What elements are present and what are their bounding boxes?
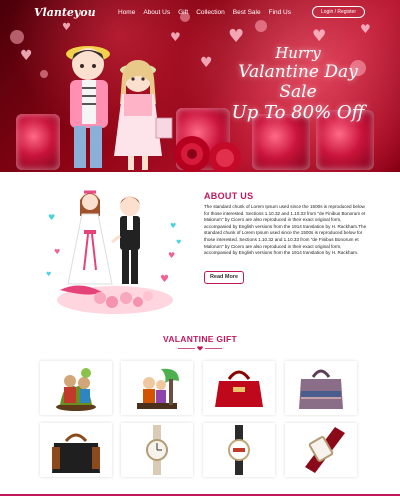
read-more-button[interactable]: Read More bbox=[204, 271, 244, 284]
product-card[interactable] bbox=[203, 423, 275, 477]
site-logo[interactable]: Vlanteyou bbox=[34, 6, 96, 19]
svg-text:♥: ♥ bbox=[170, 222, 176, 230]
footer-accent-line bbox=[0, 494, 400, 496]
heart-icon: ♥ bbox=[360, 22, 371, 36]
hero-banner: ♥ ♥ ♥ ♥ ♥ ♥ ♥ Vlanteyou Home About Us Gi… bbox=[0, 0, 400, 172]
couple-illustration bbox=[66, 46, 173, 170]
heart-icon: ♥ bbox=[312, 26, 327, 45]
love-letter-block bbox=[16, 114, 60, 170]
couple-on-bench-icon bbox=[137, 368, 179, 409]
sale-line-hurry: Hurry bbox=[275, 44, 321, 62]
product-card[interactable] bbox=[121, 361, 193, 415]
menu-item-gift[interactable]: Gift bbox=[178, 9, 188, 16]
product-card[interactable] bbox=[121, 423, 193, 477]
svg-text:♥: ♥ bbox=[48, 213, 55, 222]
main-menu: Home About Us Gift Collection Best Sale … bbox=[118, 9, 291, 16]
top-navbar: Vlanteyou Home About Us Gift Collection … bbox=[0, 6, 400, 24]
about-us-title: ABOUT US bbox=[204, 191, 254, 201]
bokeh-light bbox=[10, 30, 24, 44]
black-handbag-icon bbox=[52, 433, 100, 473]
black-strap-watch-icon bbox=[228, 425, 250, 475]
sale-line-sale: Sale bbox=[279, 82, 317, 102]
roses-icon bbox=[174, 136, 241, 172]
menu-item-about-us[interactable]: About Us bbox=[143, 9, 170, 16]
menu-item-home[interactable]: Home bbox=[118, 9, 135, 16]
purple-handbag-icon bbox=[299, 369, 343, 409]
couple-figurine-icon bbox=[56, 368, 96, 411]
sale-line-title: Valantine Day bbox=[238, 62, 358, 82]
product-card[interactable] bbox=[40, 423, 112, 477]
wedding-couple-illustration: ♥ ♥ ♥ ♥ ♥ ♥ ♥ bbox=[46, 190, 181, 314]
bokeh-light bbox=[40, 70, 48, 78]
product-card[interactable] bbox=[40, 361, 112, 415]
svg-text:♥: ♥ bbox=[160, 274, 169, 285]
product-card[interactable] bbox=[203, 361, 275, 415]
product-card[interactable] bbox=[285, 423, 357, 477]
heart-divider-icon bbox=[178, 346, 222, 351]
red-handbag-icon bbox=[215, 370, 263, 407]
menu-item-collection[interactable]: Collection bbox=[196, 9, 225, 16]
svg-text:♥: ♥ bbox=[176, 239, 181, 246]
svg-text:♥: ♥ bbox=[46, 271, 51, 278]
red-strap-watch-icon bbox=[305, 427, 345, 473]
sale-line-discount: Up To 80% Off bbox=[231, 102, 365, 123]
menu-item-best-sale[interactable]: Best Sale bbox=[233, 9, 261, 16]
menu-item-find-us[interactable]: Find Us bbox=[269, 9, 291, 16]
about-us-text: The standard chunk of Lorem Ipsum used s… bbox=[204, 204, 367, 256]
valantine-gift-title: VALANTINE GIFT bbox=[163, 334, 237, 344]
heart-icon: ♥ bbox=[20, 48, 33, 64]
product-card[interactable] bbox=[285, 361, 357, 415]
silver-watch-icon bbox=[146, 425, 168, 475]
sale-headline: Hurry Valantine Day Sale Up To 80% Off bbox=[208, 44, 388, 124]
svg-text:♥: ♥ bbox=[168, 251, 175, 260]
svg-text:♥: ♥ bbox=[54, 248, 60, 256]
login-register-button[interactable]: Login / Register bbox=[312, 6, 365, 18]
